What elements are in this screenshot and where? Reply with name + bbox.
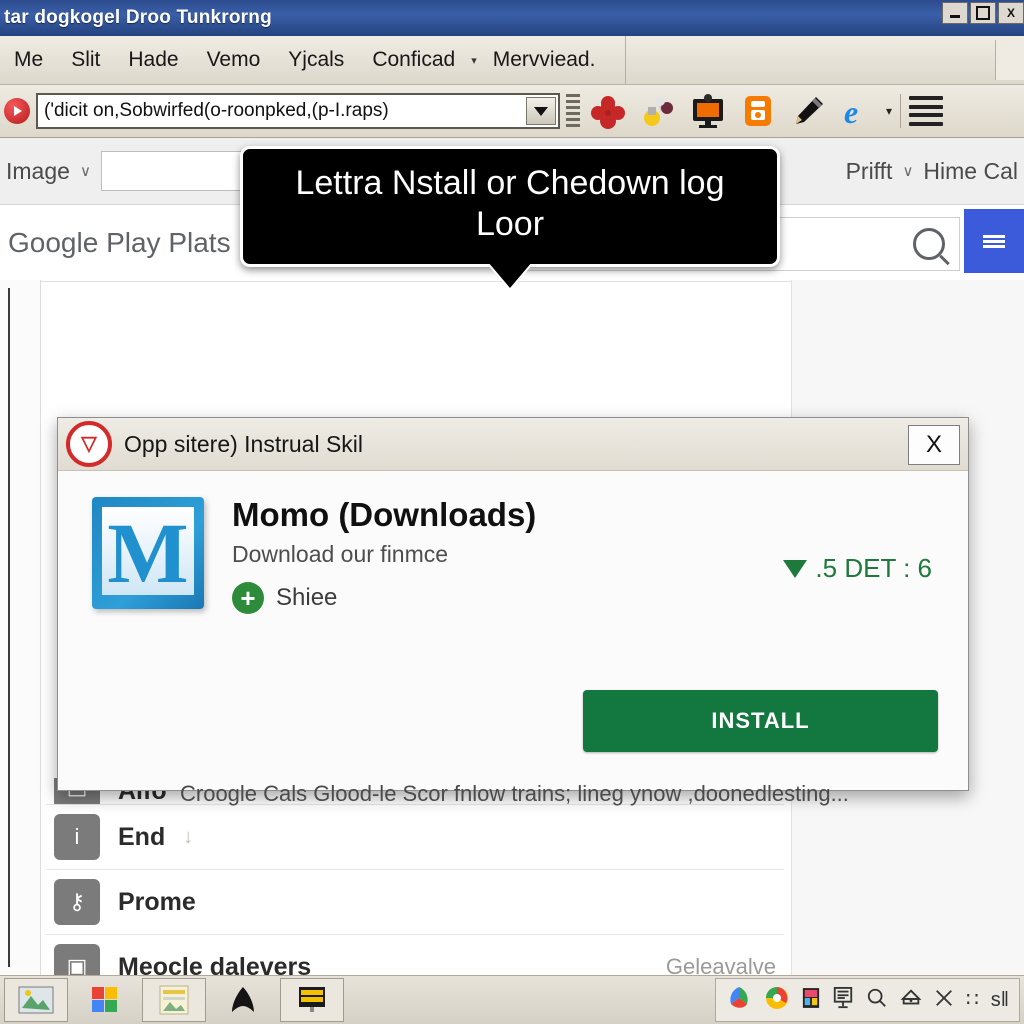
dialog-title-bar: ▽ Opp sitere) Instrual Skil X: [58, 418, 968, 471]
address-input[interactable]: ('dicit on,Sobwirfed(o-roonpked,(p-I.rap…: [38, 100, 389, 122]
address-dropdown-button[interactable]: [526, 97, 556, 125]
window-controls: X: [942, 2, 1024, 24]
window-title: tar dogkogel Droo Tunkrorng: [4, 7, 272, 28]
page-left-rail: [0, 280, 41, 975]
download-count-label: .5 DET : 6: [815, 553, 932, 583]
grid-menu-icon[interactable]: [964, 209, 1024, 273]
photo-app-icon[interactable]: [4, 978, 68, 1022]
arrow-app-icon[interactable]: [212, 979, 274, 1021]
display-app-icon[interactable]: [280, 978, 344, 1022]
page-title: Google Play Plats: [8, 227, 231, 258]
prifft-chevron-down-icon[interactable]: ∨: [902, 162, 913, 180]
install-dialog: ▽ Opp sitere) Instrual Skil X M Momo (Do…: [57, 417, 969, 806]
list-item-value: Geleavalve: [665, 954, 776, 975]
internet-explorer-icon[interactable]: e: [836, 91, 880, 131]
opera-logo-icon: ▽: [66, 421, 112, 467]
search-icon[interactable]: [913, 228, 945, 260]
menu-chevron-down-icon[interactable]: ▾: [469, 54, 479, 67]
browser-icon[interactable]: [764, 985, 790, 1016]
app-extra-label: Shiee: [276, 584, 338, 612]
install-button-label: INSTALL: [711, 708, 810, 733]
menu-divider: [625, 36, 626, 84]
taskbar: ∷ s‖: [0, 975, 1024, 1024]
pen-edit-icon[interactable]: [786, 91, 830, 131]
page-left-border: [8, 288, 10, 967]
address-bar[interactable]: ('dicit on,Sobwirfed(o-roonpked,(p-I.rap…: [36, 93, 560, 129]
address-toolbar: ('dicit on,Sobwirfed(o-roonpked,(p-I.rap…: [0, 85, 1024, 138]
system-tray: ∷ s‖: [715, 978, 1020, 1022]
menu-bar: Me Slit Hade Vemo Yjcals Conficad ▾ Merv…: [0, 36, 1024, 85]
hamburger-menu-icon[interactable]: [909, 93, 944, 129]
bulb-tools-icon[interactable]: [636, 91, 680, 131]
puzzle-red-icon[interactable]: [586, 91, 630, 131]
search-icon[interactable]: [866, 987, 888, 1014]
google-app-icon[interactable]: [74, 979, 136, 1021]
menu-right-region: [995, 40, 1024, 80]
minimize-button[interactable]: [942, 2, 968, 24]
dialog-close-button[interactable]: X: [908, 425, 960, 465]
page-toolbar-image-label[interactable]: Image: [6, 158, 70, 185]
page-toolbar-prifft-label[interactable]: Prifft: [846, 158, 893, 185]
menu-item-me[interactable]: Me: [0, 48, 57, 72]
dialog-title: Opp sitere) Instrual Skil: [124, 430, 364, 457]
menu-item-vemo[interactable]: Vemo: [193, 48, 275, 72]
list-item[interactable]: ⚷ Prome: [46, 870, 784, 935]
close-button[interactable]: X: [998, 2, 1024, 24]
install-button[interactable]: INSTALL: [583, 690, 938, 752]
menu-item-conficad[interactable]: Conficad: [358, 48, 469, 72]
dialog-body: M Momo (Downloads) Download our finmce +…: [58, 471, 968, 843]
close-icon: X: [925, 431, 942, 458]
list-item[interactable]: ▣ Meocle dalevers Geleavalve: [46, 935, 784, 975]
notes-app-icon[interactable]: [142, 978, 206, 1022]
app-icon-letter: M: [107, 505, 189, 601]
list-item-label: Prome: [118, 887, 196, 916]
ie-chevron-down-icon[interactable]: ▾: [886, 104, 892, 118]
document-icon[interactable]: [832, 986, 854, 1015]
signal-icon[interactable]: s‖: [991, 990, 1009, 1010]
avatar: M: [92, 497, 204, 609]
toolbar-grip-handle[interactable]: [566, 94, 580, 128]
key-icon: ⚷: [54, 879, 100, 925]
orange-app-icon[interactable]: [736, 91, 780, 131]
image-chevron-down-icon[interactable]: ∨: [80, 162, 91, 180]
menu-item-yjcals[interactable]: Yjcals: [274, 48, 358, 72]
record-icon[interactable]: [4, 98, 30, 124]
download-count: .5 DET : 6: [783, 553, 932, 584]
application-window: tar dogkogel Droo Tunkrorng X Me Slit Ha…: [0, 0, 1024, 1024]
tooltip-text: Lettra Nstall or Chedown log Loor: [295, 164, 725, 244]
tooltip: Lettra Nstall or Chedown log Loor: [240, 146, 780, 288]
menu-item-hade[interactable]: Hade: [114, 48, 192, 72]
home-icon[interactable]: [900, 987, 922, 1014]
monitor-icon: ▣: [54, 944, 100, 975]
media-icon[interactable]: [802, 987, 820, 1014]
maximize-button[interactable]: [970, 2, 996, 24]
app-extra-row[interactable]: + Shiee: [232, 582, 938, 615]
page-toolbar-hime-cal-label[interactable]: Hime Cal: [923, 158, 1018, 185]
title-bar: tar dogkogel Droo Tunkrorng X: [0, 0, 1024, 36]
tooltip-pointer: [488, 261, 532, 288]
menu-item-mervviead[interactable]: Mervviead.: [479, 48, 610, 72]
photos-icon[interactable]: [726, 985, 752, 1016]
close-icon[interactable]: [934, 988, 954, 1013]
dots-icon[interactable]: ∷: [966, 990, 979, 1010]
menu-item-slit[interactable]: Slit: [57, 48, 114, 72]
svg-text:e: e: [844, 94, 858, 130]
app-name: Momo (Downloads): [232, 496, 537, 533]
list-item-label: Meocle dalevers: [118, 952, 312, 976]
web-page-content: Image ∨ Prifft ∨ Hime Cal Google Play Pl…: [0, 138, 1024, 975]
plus-icon: +: [232, 582, 264, 615]
dialog-footer-text: Croogle Cals Glood-le Scor fnlow trains;…: [180, 781, 849, 806]
close-icon: X: [1006, 6, 1015, 20]
toolbar-divider: [900, 94, 902, 128]
download-arrow-icon: [783, 559, 808, 578]
monitor-orange-icon[interactable]: [686, 91, 730, 131]
